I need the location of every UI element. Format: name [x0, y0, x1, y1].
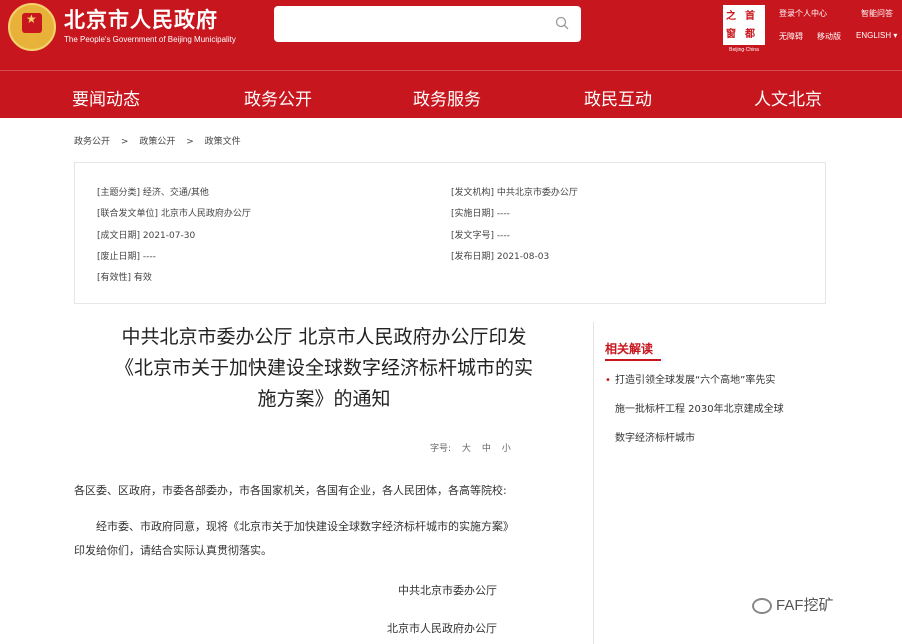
- logo-char: 之: [726, 11, 736, 22]
- font-size-medium-button[interactable]: 中: [482, 444, 491, 454]
- login-link[interactable]: 登录个人中心: [779, 8, 827, 19]
- watermark-text: FAF挖矿: [776, 597, 834, 614]
- font-size-small-button[interactable]: 小: [502, 444, 511, 454]
- article-title: 中共北京市委办公厅 北京市人民政府办公厅印发 《北京市关于加快建设全球数字经济标…: [74, 322, 574, 415]
- nav-item-services[interactable]: 政务服务: [413, 85, 481, 110]
- breadcrumb-separator: >: [186, 137, 194, 147]
- article-title-line: 《北京市关于加快建设全球数字经济标杆城市的实: [114, 357, 533, 379]
- font-size-large-button[interactable]: 大: [462, 444, 471, 454]
- article-salutation: 各区委、区政府，市委各部委办，市各国家机关，各国有企业，各人民团体，各高等院校:: [74, 484, 507, 497]
- breadcrumb-item[interactable]: 政策文件: [205, 137, 241, 147]
- article-body-line: 印发给你们，请结合实际认真贯彻落实。: [74, 544, 272, 557]
- nav-item-interaction[interactable]: 政民互动: [584, 85, 652, 110]
- related-link[interactable]: 打造引领全球发展“六个高地”率先实 施一批标杆工程 2030年北京建成全球 数字…: [605, 366, 835, 453]
- breadcrumb-item[interactable]: 政策公开: [139, 137, 175, 147]
- meta-publish-date: [发布日期] 2021-08-03: [451, 252, 550, 262]
- wechat-icon: [752, 598, 772, 615]
- related-interpretation-title: 相关解读: [605, 342, 654, 356]
- wechat-watermark: FAF挖矿: [752, 594, 834, 616]
- logo-caption: Beijing·China: [729, 47, 759, 53]
- article-title-line: 中共北京市委办公厅 北京市人民政府办公厅印发: [121, 326, 527, 348]
- nav-item-news[interactable]: 要闻动态: [72, 85, 140, 110]
- document-meta-box: [主题分类] 经济、交通/其他 [联合发文单位] 北京市人民政府办公厅 [成文日…: [74, 162, 826, 304]
- capital-window-logo[interactable]: 之 首 窗 都: [722, 4, 766, 46]
- column-divider: [593, 322, 594, 644]
- signature-party-office: 中共北京市委办公厅: [398, 584, 497, 597]
- meta-issuer: [发文机构] 中共北京市委办公厅: [451, 188, 578, 198]
- accessibility-link[interactable]: 无障碍: [779, 31, 803, 42]
- nav-item-gov-affairs[interactable]: 政务公开: [244, 85, 312, 110]
- breadcrumb: 政务公开 > 政策公开 > 政策文件: [74, 134, 249, 147]
- meta-abolished-date: [废止日期] ----: [97, 252, 156, 262]
- site-header: 北京市人民政府 The People's Government of Beiji…: [0, 0, 902, 70]
- main-nav: 要闻动态 政务公开 政务服务 政民互动 人文北京: [0, 70, 902, 118]
- meta-written-date: [成文日期] 2021-07-30: [97, 231, 196, 241]
- meta-effective-date: [实施日期] ----: [451, 209, 510, 219]
- meta-category: [主题分类] 经济、交通/其他: [97, 188, 209, 198]
- article-body-line: 经市委、市政府同意，现将《北京市关于加快建设全球数字经济标杆城市的实施方案》: [96, 520, 514, 533]
- related-link-line[interactable]: 数字经济标杆城市: [605, 424, 835, 453]
- nav-item-culture[interactable]: 人文北京: [754, 85, 822, 110]
- article-title-line: 施方案》的通知: [257, 388, 391, 410]
- meta-validity: [有效性] 有效: [97, 273, 152, 283]
- search-input[interactable]: [274, 6, 581, 42]
- meta-joint-unit: [联合发文单位] 北京市人民政府办公厅: [97, 209, 251, 219]
- national-emblem-icon: [8, 3, 56, 51]
- related-link-line[interactable]: 打造引领全球发展“六个高地”率先实: [605, 366, 835, 395]
- site-title[interactable]: 北京市人民政府: [64, 4, 218, 34]
- breadcrumb-separator: >: [120, 137, 129, 147]
- site-subtitle: The People's Government of Beijing Munic…: [64, 35, 236, 44]
- search-icon[interactable]: [555, 16, 569, 30]
- font-size-label: 字号:: [430, 444, 452, 454]
- mobile-link[interactable]: 移动版: [817, 31, 841, 42]
- assistant-link[interactable]: 智能问答: [861, 8, 893, 19]
- english-link[interactable]: ENGLISH ▾: [856, 31, 897, 40]
- meta-doc-number: [发文字号] ----: [451, 231, 510, 241]
- font-size-switcher: 字号: 大 中 小: [430, 441, 519, 454]
- related-link-line[interactable]: 施一批标杆工程 2030年北京建成全球: [605, 395, 835, 424]
- logo-char: 都: [745, 29, 755, 40]
- title-underline: [605, 359, 661, 361]
- breadcrumb-item[interactable]: 政务公开: [74, 137, 110, 147]
- logo-char: 窗: [726, 29, 736, 40]
- signature-gov-office: 北京市人民政府办公厅: [387, 622, 497, 635]
- logo-char: 首: [745, 11, 755, 22]
